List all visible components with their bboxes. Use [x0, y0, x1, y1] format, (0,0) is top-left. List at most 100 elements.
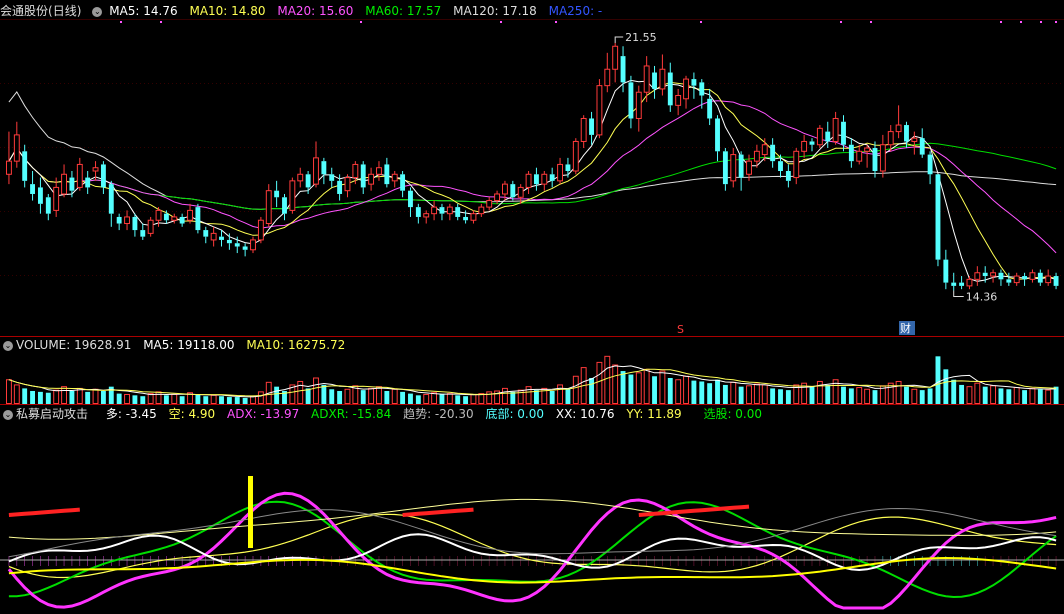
candle-down — [179, 216, 185, 224]
chart-canvas[interactable]: 21.55 14.36 S 财 — [0, 0, 1064, 614]
candle-up — [155, 209, 162, 221]
candle-up — [879, 144, 886, 172]
candle-down — [982, 272, 988, 277]
candle-up — [1013, 275, 1020, 284]
low-pointer — [953, 290, 964, 297]
volume-bar-down — [872, 390, 878, 404]
candle-down — [549, 174, 555, 181]
candle-down — [841, 121, 846, 145]
volume-bar-down — [455, 395, 461, 404]
volume-bar-up — [53, 389, 60, 404]
volume-bar-down — [132, 395, 138, 404]
candle-up — [391, 173, 398, 182]
high-price-label: 21.55 — [625, 31, 657, 44]
volume-bar-up — [5, 379, 12, 405]
signal-dot — [1000, 21, 1002, 23]
volume-bar-up — [171, 393, 178, 405]
volume-bar-up — [92, 388, 99, 404]
volume-bar-down — [904, 386, 909, 404]
volume-bar-up — [76, 387, 83, 404]
volume-bar-down — [959, 384, 965, 404]
volume-bar-up — [572, 375, 579, 404]
candle-down — [45, 197, 51, 214]
cai-marker: 财 — [900, 321, 911, 335]
signal-dot — [500, 21, 502, 23]
volume-bar-up — [391, 388, 398, 404]
volume-bar-up — [446, 393, 453, 405]
volume-bar-down — [100, 391, 106, 404]
volume-bar-down — [785, 390, 791, 404]
signal-dot — [870, 21, 872, 23]
volume-bar-down — [919, 390, 925, 404]
volume-bar-down — [360, 390, 366, 404]
volume-bar-down — [943, 369, 949, 404]
volume-bar-up — [864, 388, 871, 404]
candle-down — [337, 180, 343, 194]
candle-down — [998, 272, 1004, 280]
volume-bar-down — [85, 391, 91, 404]
volume-bar-down — [778, 389, 783, 404]
candle-up — [502, 183, 508, 195]
volume-bar-down — [203, 396, 209, 404]
volume-bar-up — [635, 372, 642, 404]
candle-up — [635, 91, 642, 119]
candle-up — [61, 173, 67, 195]
candle-down — [809, 141, 815, 145]
volume-bar-up — [895, 380, 902, 405]
high-pointer — [614, 36, 624, 43]
candle-down — [652, 72, 657, 89]
candle-up — [856, 150, 863, 162]
magenta-line — [7, 491, 1057, 610]
candle-down — [959, 282, 965, 286]
volume-bar-up — [730, 381, 737, 405]
volume-bar-down — [738, 386, 744, 404]
candle-down — [565, 164, 571, 171]
signal-dot — [1055, 21, 1057, 23]
candle-down — [226, 239, 232, 244]
volume-bar-down — [30, 391, 35, 404]
signal-dot — [160, 21, 162, 23]
volume-bar-down — [841, 386, 846, 404]
candle-up — [604, 68, 611, 87]
candle-down — [667, 72, 673, 106]
candle-up — [1045, 275, 1052, 284]
candle-down — [100, 164, 106, 188]
volume-bar-down — [715, 379, 720, 404]
volume-bar-down — [439, 394, 445, 404]
candle-down — [589, 118, 594, 135]
volume-bar-down — [927, 388, 933, 404]
volume-bar-down — [510, 391, 516, 404]
volume-bar-down — [69, 391, 75, 404]
volume-bar-up — [675, 379, 682, 405]
candle-down — [722, 151, 728, 185]
volume-bar-down — [707, 383, 713, 404]
candle-down — [620, 56, 626, 83]
volume-bar-up — [431, 392, 438, 405]
volume-bar-down — [935, 356, 941, 404]
volume-bar-up — [659, 370, 666, 405]
signal-dot — [1040, 21, 1042, 23]
candle-up — [5, 160, 12, 175]
volume-bar-up — [13, 384, 20, 404]
volume-bar-down — [998, 388, 1004, 404]
volume-bar-down — [825, 384, 831, 404]
candle-down — [203, 230, 209, 237]
candle-up — [895, 124, 902, 133]
candle-down — [919, 138, 925, 155]
volume-bar-down — [770, 388, 776, 404]
volume-bar-down — [305, 388, 311, 404]
red-trend-segment — [8, 507, 80, 517]
candle-down — [927, 154, 933, 175]
volume-bar-up — [753, 383, 760, 405]
volume-bar-up — [856, 387, 863, 404]
candle-down — [628, 82, 634, 119]
candle-down — [439, 207, 445, 214]
candle-down — [329, 174, 335, 181]
candle-up — [376, 167, 382, 175]
volume-bar-up — [368, 387, 375, 404]
candle-up — [753, 150, 760, 162]
candle-up — [171, 216, 178, 221]
candle-up — [470, 213, 477, 221]
candle-up — [746, 160, 752, 175]
volume-bar-down — [1006, 389, 1012, 404]
